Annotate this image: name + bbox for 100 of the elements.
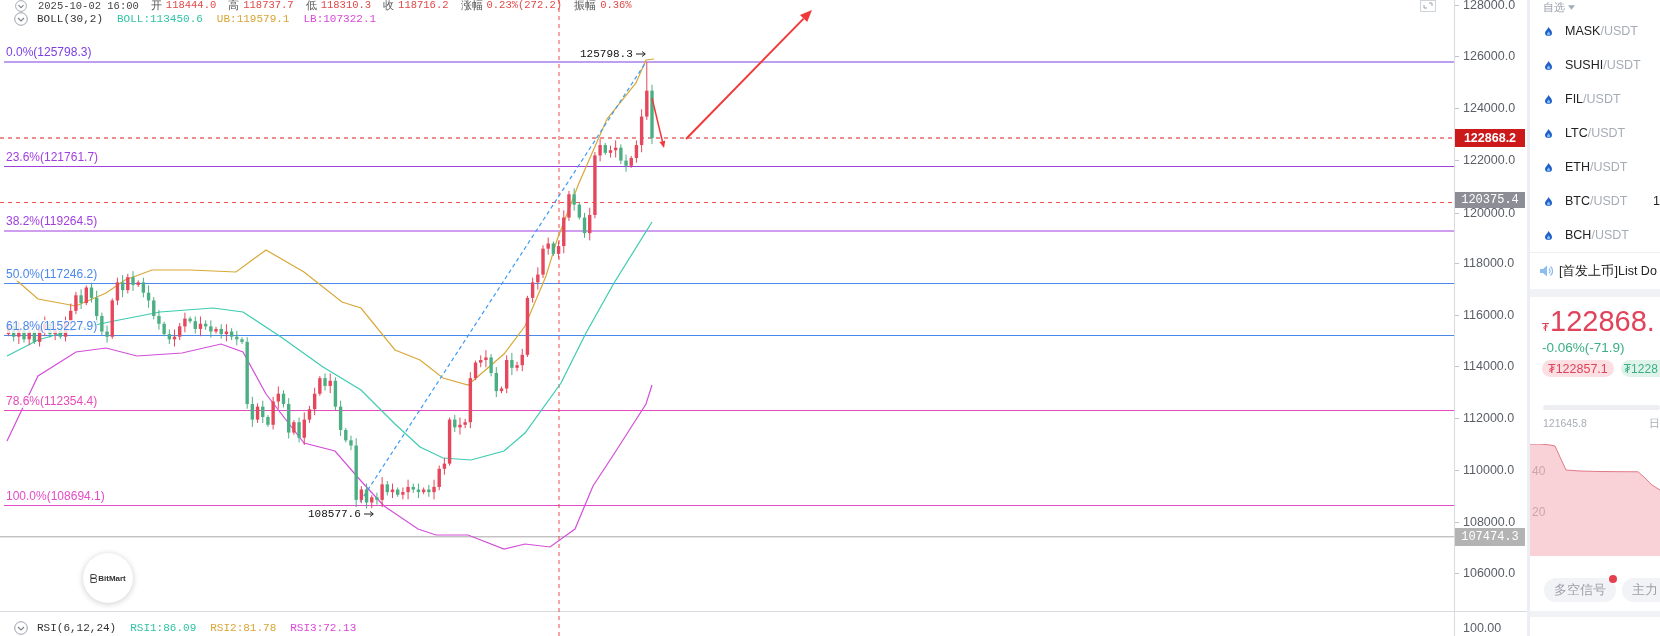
rising-candle: [328, 373, 332, 394]
expand-icon[interactable]: [1420, 0, 1436, 12]
axis-label: 100.00: [1463, 622, 1502, 634]
falling-candle: [323, 373, 327, 392]
falling-candle: [551, 240, 556, 257]
price-change: -0.06%(-71.9): [1542, 339, 1626, 357]
axis-label: 128000.0: [1463, 0, 1516, 11]
flame-icon: [1545, 196, 1552, 206]
axis-label: 106000.0: [1463, 567, 1516, 580]
price-annotation: 108577.6: [308, 507, 361, 521]
indicator-value: RSI2:81.78: [210, 622, 277, 634]
rising-candle: [126, 273, 130, 294]
flame-icon: [1545, 94, 1552, 104]
ask-price: ₮1228: [1620, 360, 1660, 377]
indicator-name: BOLL(30,2): [37, 13, 103, 25]
flame-icon: [1545, 128, 1552, 138]
axis-label: 112000.0: [1463, 412, 1515, 425]
falling-candle: [375, 492, 379, 506]
field-value: 0.36%: [600, 0, 632, 13]
rising-candle: [255, 402, 260, 424]
rising-candle: [292, 419, 296, 436]
pointer-arrow-icon: [363, 511, 374, 517]
axis-label: 114000.0: [1463, 360, 1515, 373]
indicator-name: RSI(6,12,24): [37, 622, 117, 634]
fib-level-label: 78.6%(112354.4): [6, 394, 98, 408]
last-price: ₮122868.: [1542, 304, 1656, 339]
rising-candle: [224, 323, 229, 342]
flame-icon: [1545, 60, 1552, 70]
axis-label: 108000.0: [1463, 515, 1516, 528]
price-annotation: 125798.3: [580, 47, 633, 61]
price-value: 1: [1653, 194, 1660, 208]
falling-candle: [297, 417, 301, 443]
axis-label: 118000.0: [1463, 257, 1515, 269]
watchlist-item[interactable]: FIL/USDT: [1530, 82, 1660, 116]
range-label: 日: [1649, 417, 1660, 429]
field-value: 118737.7: [243, 0, 294, 13]
bid-price: ₮122857.1: [1542, 360, 1614, 377]
fib-level-label: 50.0%(117246.2): [6, 267, 98, 281]
rising-candle: [136, 279, 140, 288]
logo-text: BitMart: [98, 573, 126, 583]
fib-level-label: 38.2%(119264.5): [6, 215, 98, 228]
indicator-value: RSI1:86.09: [130, 622, 197, 634]
indicator-value: BOLL:113450.6: [117, 13, 203, 25]
rising-candle: [370, 494, 374, 509]
field-value: 0.23%(272.2): [486, 0, 563, 13]
field-value: 118444.0: [165, 0, 217, 13]
falling-candle: [650, 84, 654, 145]
rising-candle: [214, 326, 218, 335]
falling-candle: [131, 270, 135, 292]
rising-candle: [359, 485, 364, 504]
field-value: 118310.3: [320, 0, 372, 13]
field-label: 高: [228, 0, 240, 13]
falling-candle: [219, 323, 223, 340]
falling-candle: [120, 274, 125, 298]
flame-icon: [1545, 162, 1552, 172]
rising-candle: [421, 486, 426, 495]
field-label: 涨幅: [460, 0, 483, 13]
falling-candle: [396, 486, 400, 498]
axis-label: 124000.0: [1463, 101, 1516, 114]
price-label: 121645.8: [1543, 417, 1587, 429]
falling-candle: [453, 414, 457, 433]
watchlist-item[interactable]: MASK/USDT: [1530, 14, 1660, 48]
price-marker: 122868.2: [1455, 129, 1525, 147]
watchlist-item[interactable]: LTC/USDT: [1530, 116, 1660, 150]
watchlist-item[interactable]: ETH/USDT: [1530, 150, 1660, 184]
rising-candle: [198, 316, 203, 337]
field-label: 开: [150, 0, 162, 13]
field-label: 振幅: [574, 0, 597, 13]
collapse-icon[interactable]: [14, 621, 28, 635]
collapse-icon[interactable]: [15, 0, 27, 12]
falling-candle: [427, 484, 431, 498]
flame-icon: [1545, 26, 1552, 36]
announcement-link[interactable]: [首发上币]List Do: [1530, 253, 1660, 289]
logo-mark-icon: [90, 573, 98, 583]
falling-candle: [510, 352, 514, 376]
watchlist-item[interactable]: SUSHI/USDT: [1530, 48, 1660, 82]
indicator-value: RSI3:72.13: [290, 622, 357, 634]
falling-candle: [603, 142, 607, 156]
indicator-value: LB:107322.1: [303, 13, 377, 25]
down-arrow: [651, 97, 666, 148]
speaker-icon: [1540, 265, 1553, 277]
axis-label: 126000.0: [1463, 50, 1516, 63]
price-marker: 120375.4: [1455, 192, 1525, 208]
caret-icon[interactable]: [1568, 4, 1575, 10]
flame-icon: [1545, 230, 1552, 240]
axis-label: 116000.0: [1463, 308, 1515, 321]
price-marker: 107474.3: [1455, 527, 1525, 546]
indicator-value: UB:119579.1: [216, 13, 290, 25]
fib-level-label: 61.8%(115227.9): [6, 319, 98, 333]
rising-candle: [380, 476, 384, 508]
fib-level-label: 23.6%(121761.7): [6, 150, 99, 164]
field-value: 118716.2: [398, 0, 449, 13]
watchlist-item[interactable]: BCH/USDT: [1530, 218, 1660, 252]
falling-candle: [79, 288, 83, 310]
bar-time: 2025-10-02 16:00: [38, 0, 139, 12]
watchlist-item[interactable]: BTC/USDT 1: [1530, 184, 1660, 218]
axis-label: 110000.0: [1463, 463, 1515, 476]
rising-candle: [84, 284, 88, 306]
collapse-icon[interactable]: [14, 12, 28, 26]
falling-candle: [385, 480, 389, 496]
